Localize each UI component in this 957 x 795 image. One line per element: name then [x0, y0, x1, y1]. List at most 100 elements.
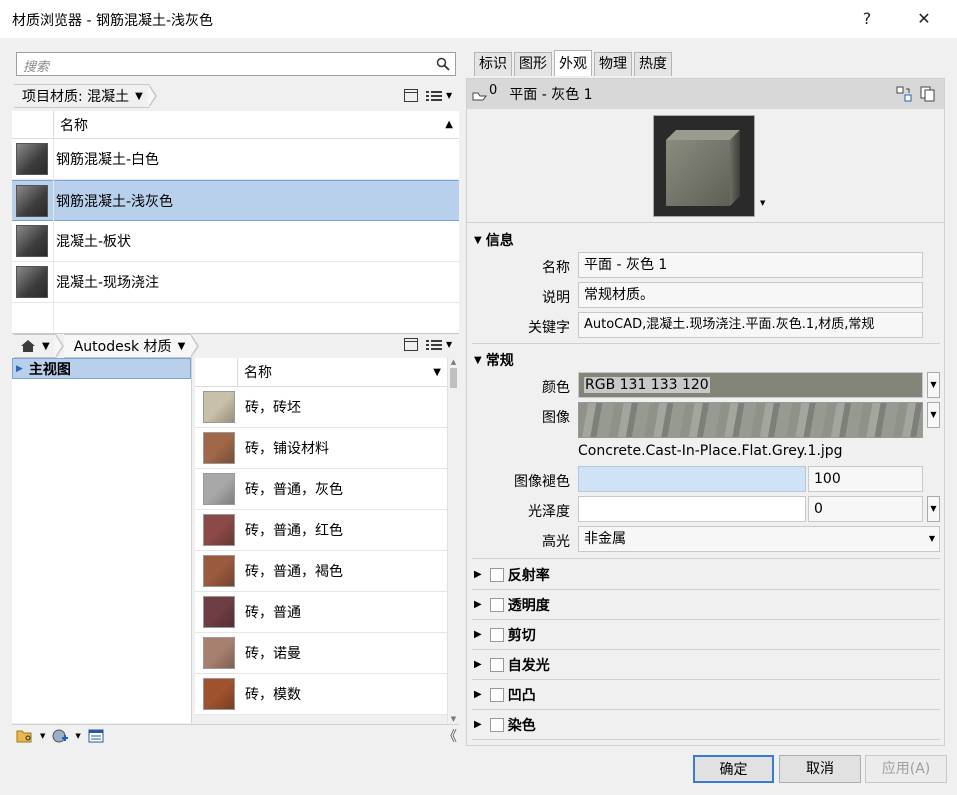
section-collapsed[interactable]: ▶ 自发光: [472, 650, 940, 680]
help-button[interactable]: ?: [844, 6, 890, 32]
image-swatch[interactable]: [578, 402, 923, 438]
library-tree: ▶ 主视图: [12, 358, 192, 723]
section-checkbox[interactable]: [489, 717, 504, 732]
image-dropdown[interactable]: ▼: [927, 402, 940, 428]
search-input[interactable]: 搜索: [16, 52, 456, 76]
scroll-thumb[interactable]: [450, 368, 457, 388]
section-checkbox[interactable]: [489, 567, 504, 582]
scroll-up-icon[interactable]: ▲: [448, 358, 459, 366]
section-checkbox[interactable]: [489, 657, 504, 672]
duplicate-asset-icon[interactable]: [920, 86, 936, 102]
library-material-row[interactable]: 砖，普通: [195, 592, 447, 633]
library-material-row[interactable]: 砖，普通，红色: [195, 510, 447, 551]
material-name: 钢筋混凝土-白色: [56, 152, 160, 168]
glossiness-field[interactable]: 0: [808, 496, 923, 522]
apply-button[interactable]: 应用(A): [865, 755, 947, 783]
section-collapsed[interactable]: ▶ 凹凸: [472, 680, 940, 710]
material-name: 砖，普通: [245, 605, 301, 621]
section-info[interactable]: ▼ 信息: [474, 230, 514, 250]
name-field[interactable]: 平面 - 灰色 1: [578, 252, 923, 278]
glossiness-slider[interactable]: [578, 496, 806, 522]
image-fade-slider[interactable]: [578, 466, 806, 492]
project-material-row[interactable]: 钢筋混凝土-白色: [12, 139, 459, 180]
tab-1[interactable]: 图形: [514, 52, 552, 76]
library-material-row[interactable]: 砖，诺曼: [195, 633, 447, 674]
chevron-down-icon[interactable]: ▼: [178, 341, 186, 352]
collapse-icon: ▼: [474, 234, 482, 246]
tab-2[interactable]: 外观: [554, 50, 592, 76]
list-view-icon[interactable]: [426, 338, 442, 351]
expand-icon[interactable]: ▶: [474, 629, 482, 640]
collapse-panel-icon[interactable]: 《: [443, 726, 457, 746]
breadcrumb-arrow-icon: [147, 84, 157, 108]
material-name: 砖，普通，灰色: [245, 482, 343, 498]
library-material-row[interactable]: 砖，铺设材料: [195, 428, 447, 469]
image-filename[interactable]: Concrete.Cast-In-Place.Flat.Grey.1.jpg: [578, 443, 843, 459]
library-list-header[interactable]: 名称 ▼: [195, 358, 447, 387]
tab-3[interactable]: 物理: [594, 52, 632, 76]
tree-item-home[interactable]: ▶ 主视图: [12, 358, 191, 379]
chevron-down-icon[interactable]: ▼: [75, 732, 80, 740]
keywords-field[interactable]: AutoCAD,混凝土.现场浇注.平面.灰色.1,材质,常规: [578, 312, 923, 338]
library-breadcrumb[interactable]: ▼ Autodesk 材质 ▼: [14, 333, 200, 359]
preview-options-icon[interactable]: ▼: [760, 199, 765, 207]
replace-asset-icon[interactable]: [896, 86, 912, 102]
cancel-button[interactable]: 取消: [779, 755, 861, 783]
section-checkbox[interactable]: [489, 627, 504, 642]
glossiness-dropdown[interactable]: ▼: [927, 496, 940, 522]
section-checkbox[interactable]: [489, 687, 504, 702]
chevron-down-icon[interactable]: ▼: [446, 91, 452, 100]
asset-header: 0 平面 - 灰色 1: [467, 79, 944, 109]
description-field[interactable]: 常规材质。: [578, 282, 923, 308]
project-material-row[interactable]: 混凝土-现场浇注: [12, 262, 459, 303]
material-thumbnail: [16, 266, 48, 298]
project-material-row[interactable]: 钢筋混凝土-浅灰色: [12, 180, 459, 221]
expand-icon[interactable]: ▶: [16, 364, 23, 374]
chevron-down-icon[interactable]: ▼: [40, 732, 45, 740]
folder-key-icon[interactable]: [16, 728, 34, 744]
highlight-value: 非金属: [584, 531, 626, 547]
library-material-row[interactable]: 砖，普通，灰色: [195, 469, 447, 510]
library-material-row[interactable]: 砖，模数: [195, 674, 447, 715]
expand-icon[interactable]: ▶: [474, 689, 482, 700]
section-checkbox[interactable]: [489, 597, 504, 612]
tab-4[interactable]: 热度: [634, 52, 672, 76]
section-collapsed[interactable]: ▶ 透明度: [472, 590, 940, 620]
project-material-row[interactable]: 混凝土-板状: [12, 221, 459, 262]
material-thumbnail: [203, 678, 235, 710]
section-collapsed[interactable]: ▶ 反射率: [472, 560, 940, 590]
sort-up-icon: ▲: [445, 119, 453, 130]
view-panel-icon[interactable]: [404, 338, 418, 351]
section-collapsed[interactable]: ▶ 剪切: [472, 620, 940, 650]
close-button[interactable]: ✕: [901, 6, 947, 32]
section-general[interactable]: ▼ 常规: [474, 350, 514, 370]
library-breadcrumb-label: Autodesk 材质: [73, 339, 172, 355]
library-scrollbar[interactable]: ▲ ▼: [447, 358, 459, 723]
expand-icon[interactable]: ▶: [474, 599, 482, 610]
chevron-down-icon[interactable]: ▼: [446, 340, 452, 349]
view-panel-icon[interactable]: [404, 89, 418, 102]
color-field[interactable]: RGB 131 133 120: [578, 372, 923, 398]
tab-0[interactable]: 标识: [474, 52, 512, 76]
section-collapsed[interactable]: ▶ 染色: [472, 710, 940, 740]
project-list-header[interactable]: 名称 ▲: [12, 110, 459, 139]
expand-icon[interactable]: ▶: [474, 659, 482, 670]
expand-icon[interactable]: ▶: [474, 569, 482, 580]
highlight-select[interactable]: 非金属 ▼: [578, 526, 940, 552]
library-material-row[interactable]: 砖，普通，褐色: [195, 551, 447, 592]
library-material-row[interactable]: 砖，砖坯: [195, 387, 447, 428]
color-dropdown[interactable]: ▼: [927, 372, 940, 398]
column-header-name: 名称: [60, 117, 88, 134]
list-view-icon[interactable]: [426, 89, 442, 102]
material-preview[interactable]: [653, 115, 755, 217]
home-icon[interactable]: [20, 339, 36, 353]
material-editor-icon[interactable]: [87, 728, 105, 744]
add-material-icon[interactable]: [51, 728, 69, 744]
image-fade-field[interactable]: 100: [808, 466, 923, 492]
project-breadcrumb[interactable]: 项目材质: 混凝土 ▼: [14, 83, 157, 109]
ok-button[interactable]: 确定: [693, 755, 774, 783]
chevron-down-icon[interactable]: ▼: [42, 341, 50, 352]
scroll-down-icon[interactable]: ▼: [448, 715, 459, 723]
expand-icon[interactable]: ▶: [474, 719, 482, 730]
name-label: 名称: [542, 260, 570, 276]
